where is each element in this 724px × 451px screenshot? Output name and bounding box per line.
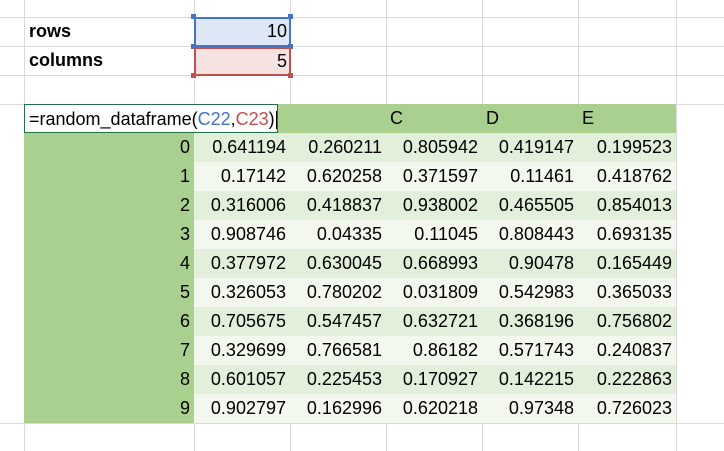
formula-ref-rows: C22 xyxy=(197,109,231,129)
table-cell[interactable]: 0.365033 xyxy=(578,278,676,307)
table-cell[interactable]: 0.329699 xyxy=(194,336,290,365)
table-cell[interactable]: 0.371597 xyxy=(386,162,482,191)
table-cell[interactable]: 0.808443 xyxy=(482,220,578,249)
table-cell[interactable]: 0.199523 xyxy=(578,133,676,162)
table-cell[interactable]: 0.601057 xyxy=(194,365,290,394)
table-cell[interactable]: 0.632721 xyxy=(386,307,482,336)
table-cell[interactable]: 0.162996 xyxy=(290,394,386,423)
table-cell[interactable]: 0.547457 xyxy=(290,307,386,336)
table-cell[interactable]: 0.222863 xyxy=(578,365,676,394)
table-cell[interactable]: 0.031809 xyxy=(386,278,482,307)
formula-prefix: =random_dataframe( xyxy=(29,109,198,129)
column-header-e[interactable]: E xyxy=(582,104,594,133)
table-cell[interactable]: 0.465505 xyxy=(482,191,578,220)
table-cell[interactable]: 0.04335 xyxy=(290,220,386,249)
table-cell[interactable]: 0.86182 xyxy=(386,336,482,365)
table-cell[interactable]: 0.316006 xyxy=(194,191,290,220)
table-cell[interactable]: 0.620258 xyxy=(290,162,386,191)
table-cell[interactable]: 0.240837 xyxy=(578,336,676,365)
columns-label[interactable]: columns xyxy=(24,46,194,75)
table-cell[interactable]: 0.641194 xyxy=(194,133,290,162)
table-cell[interactable]: 0.260211 xyxy=(290,133,386,162)
table-cell[interactable]: 0.938002 xyxy=(386,191,482,220)
table-cell[interactable]: 0.805942 xyxy=(386,133,482,162)
table-cell[interactable]: 0.630045 xyxy=(290,249,386,278)
table-cell[interactable]: 0.854013 xyxy=(578,191,676,220)
table-cell[interactable]: 0.11045 xyxy=(386,220,482,249)
range-handle[interactable] xyxy=(288,73,293,78)
table-cell[interactable]: 0.326053 xyxy=(194,278,290,307)
table-cell[interactable]: 0.705675 xyxy=(194,307,290,336)
table-cell[interactable]: 0.377972 xyxy=(194,249,290,278)
table-cell[interactable]: 0.542983 xyxy=(482,278,578,307)
formula-edit-cell[interactable]: =random_dataframe(C22,C23) xyxy=(24,104,278,133)
table-cell[interactable]: 0.90478 xyxy=(482,249,578,278)
table-cell[interactable]: 0.418837 xyxy=(290,191,386,220)
table-cell[interactable]: 0.142215 xyxy=(482,365,578,394)
table-cell[interactable]: 0.908746 xyxy=(194,220,290,249)
rows-label[interactable]: rows xyxy=(24,17,194,46)
table-cell[interactable]: 0.756802 xyxy=(578,307,676,336)
table-cell[interactable]: 0.726023 xyxy=(578,394,676,423)
row-index[interactable]: 6 xyxy=(24,307,194,336)
table-cell[interactable]: 0.693135 xyxy=(578,220,676,249)
range-handle[interactable] xyxy=(191,14,196,19)
row-index[interactable]: 7 xyxy=(24,336,194,365)
gridline xyxy=(0,75,724,76)
table-cell[interactable]: 0.902797 xyxy=(194,394,290,423)
table-cell[interactable]: 0.17142 xyxy=(194,162,290,191)
gridline xyxy=(676,0,677,451)
text-cursor xyxy=(275,111,277,130)
rows-value: 10 xyxy=(266,21,287,41)
gridline xyxy=(0,423,724,424)
table-cell[interactable]: 0.418762 xyxy=(578,162,676,191)
table-cell[interactable]: 0.620218 xyxy=(386,394,482,423)
row-index[interactable]: 2 xyxy=(24,191,194,220)
table-cell[interactable]: 0.368196 xyxy=(482,307,578,336)
row-index[interactable]: 8 xyxy=(24,365,194,394)
columns-value: 5 xyxy=(276,51,287,71)
row-index[interactable]: 9 xyxy=(24,394,194,423)
row-index[interactable]: 0 xyxy=(24,133,194,162)
table-cell[interactable]: 0.571743 xyxy=(482,336,578,365)
table-cell[interactable]: 0.668993 xyxy=(386,249,482,278)
row-index[interactable]: 3 xyxy=(24,220,194,249)
range-handle[interactable] xyxy=(191,73,196,78)
table-cell[interactable]: 0.419147 xyxy=(482,133,578,162)
table-cell[interactable]: 0.165449 xyxy=(578,249,676,278)
row-index[interactable]: 5 xyxy=(24,278,194,307)
column-header-c[interactable]: C xyxy=(390,104,403,133)
table-cell[interactable]: 0.780202 xyxy=(290,278,386,307)
column-header-d[interactable]: D xyxy=(486,104,499,133)
row-index[interactable]: 4 xyxy=(24,249,194,278)
range-handle[interactable] xyxy=(288,14,293,19)
formula-suffix: ) xyxy=(268,109,275,129)
table-cell[interactable]: 0.97348 xyxy=(482,394,578,423)
table-cell[interactable]: 0.766581 xyxy=(290,336,386,365)
formula-ref-columns: C23 xyxy=(235,109,269,129)
table-cell[interactable]: 0.225453 xyxy=(290,365,386,394)
row-index[interactable]: 1 xyxy=(24,162,194,191)
table-cell[interactable]: 0.11461 xyxy=(482,162,578,191)
table-cell[interactable]: 0.170927 xyxy=(386,365,482,394)
